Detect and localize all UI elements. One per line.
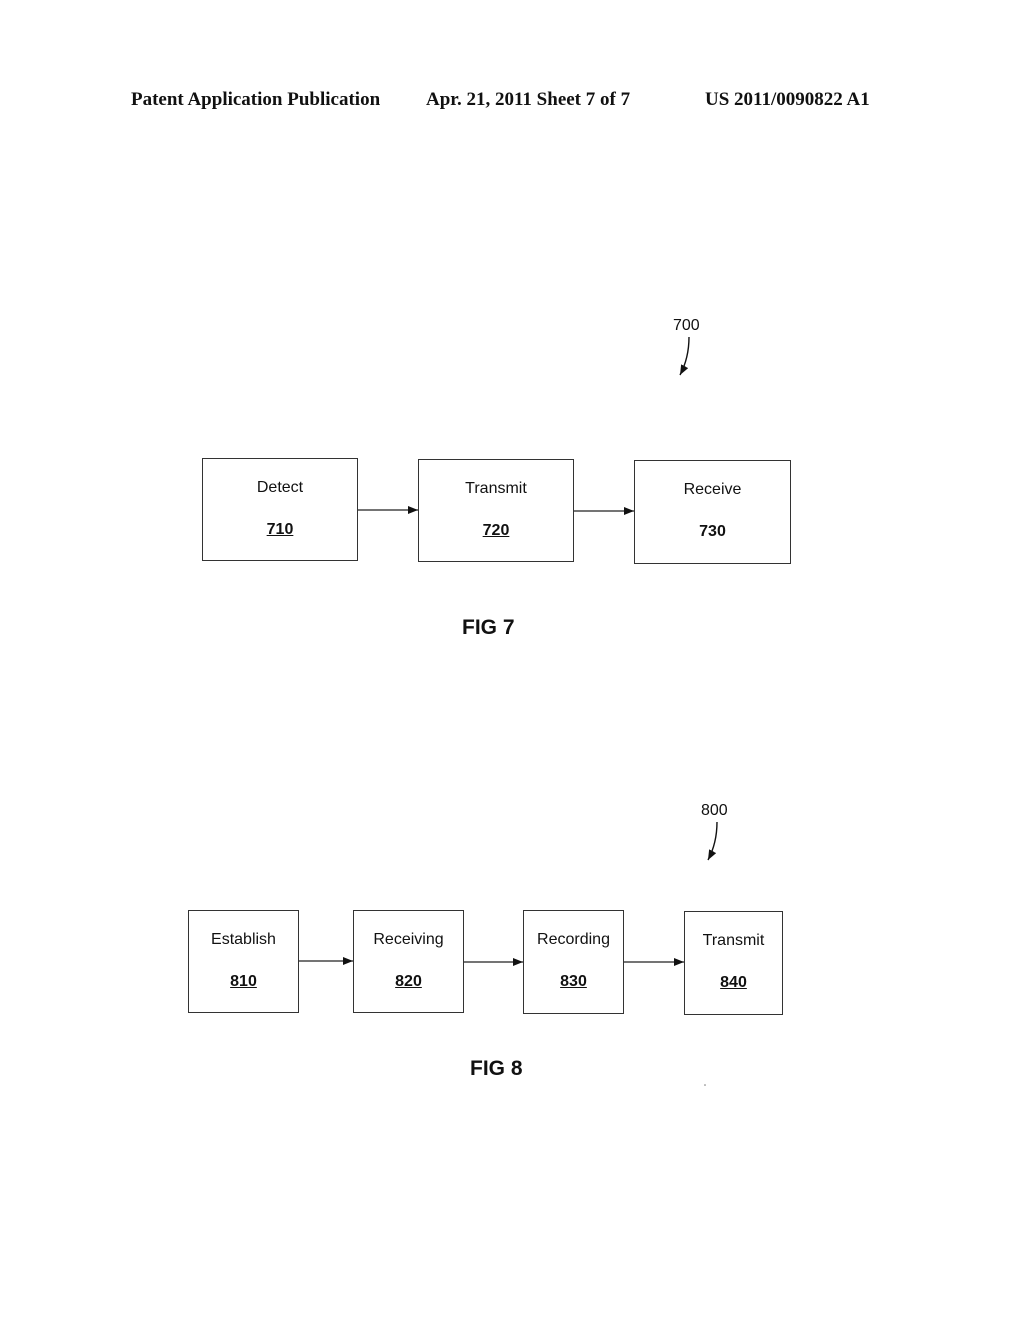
step-label: Transmit (702, 932, 765, 949)
step-box-820: Receiving 820 (353, 910, 464, 1013)
connector-layer (299, 336, 718, 1086)
step-box-840: Transmit 840 (684, 911, 783, 1015)
step-box-730: Receive 730 (634, 460, 791, 564)
step-label: Recording (537, 931, 610, 948)
step-number: 840 (720, 974, 747, 991)
speck (704, 1084, 706, 1086)
step-number: 710 (266, 521, 294, 538)
step-label: Transmit (465, 480, 527, 497)
step-label: Detect (256, 479, 304, 496)
reference-arrow-700 (679, 336, 690, 376)
step-box-720: Transmit 720 (418, 459, 574, 562)
reference-label-800: 800 (701, 802, 728, 819)
step-number: 820 (395, 973, 422, 990)
step-box-830: Recording 830 (523, 910, 624, 1014)
step-label: Establish (211, 931, 276, 948)
step-number: 810 (230, 973, 257, 990)
figure-caption-8: FIG 8 (470, 1057, 523, 1080)
reference-arrow-800 (707, 821, 718, 861)
step-label: Receiving (373, 931, 444, 948)
step-number: 720 (482, 522, 510, 539)
step-number: 830 (560, 973, 587, 990)
figure-caption-7: FIG 7 (462, 616, 515, 639)
step-box-810: Establish 810 (188, 910, 299, 1013)
step-number: 730 (699, 523, 726, 540)
reference-label-700: 700 (673, 317, 700, 334)
step-box-710: Detect 710 (202, 458, 358, 561)
step-label: Receive (683, 481, 742, 498)
